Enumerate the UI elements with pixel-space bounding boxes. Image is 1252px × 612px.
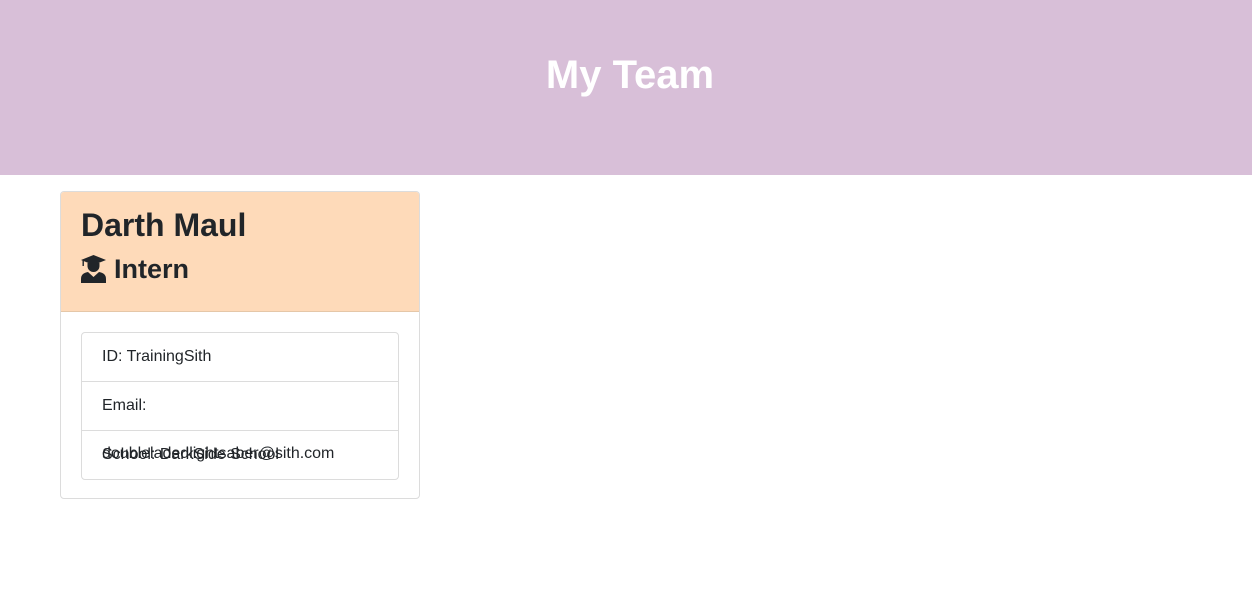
role-label: Intern [114,254,190,284]
id-label: ID: [102,348,127,365]
list-item-id: ID: TrainingSith [82,333,398,382]
id-value: TrainingSith [126,348,212,365]
school-value: DarkSide School [159,446,279,463]
graduate-icon [81,255,114,283]
list-item-school: School: DarkSide School [82,431,398,479]
employee-name: Darth Maul [81,207,247,243]
email-label: Email: [102,397,147,414]
employee-role: Intern [81,253,399,285]
employee-card: Darth Maul Intern ID: TrainingSith Email… [60,191,420,499]
school-label: School: [102,446,160,463]
card-body: ID: TrainingSith Email: doubleladedlight… [61,312,419,498]
page-header: My Team [0,0,1252,175]
page-title: My Team [545,53,715,97]
card-header: Darth Maul Intern [61,192,419,312]
list-item-email: Email: doubleladedlightsaber@sith.com [82,382,398,462]
details-list: ID: TrainingSith Email: doubleladedlight… [81,332,399,480]
